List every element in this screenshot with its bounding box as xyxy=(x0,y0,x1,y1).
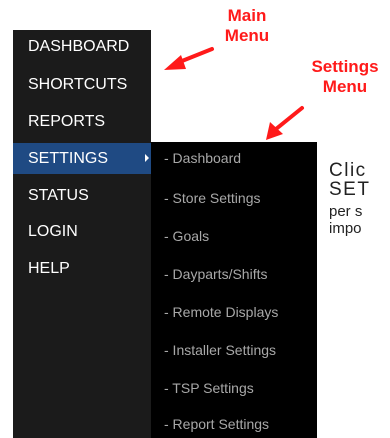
instruction-text-line: Clic xyxy=(329,160,367,181)
screenshot-stage: DASHBOARD SHORTCUTS REPORTS SETTINGS STA… xyxy=(0,0,390,438)
instruction-text-line: impo xyxy=(329,220,362,237)
instruction-text-line: per s xyxy=(329,203,363,220)
instruction-text-line: SET xyxy=(329,179,371,200)
